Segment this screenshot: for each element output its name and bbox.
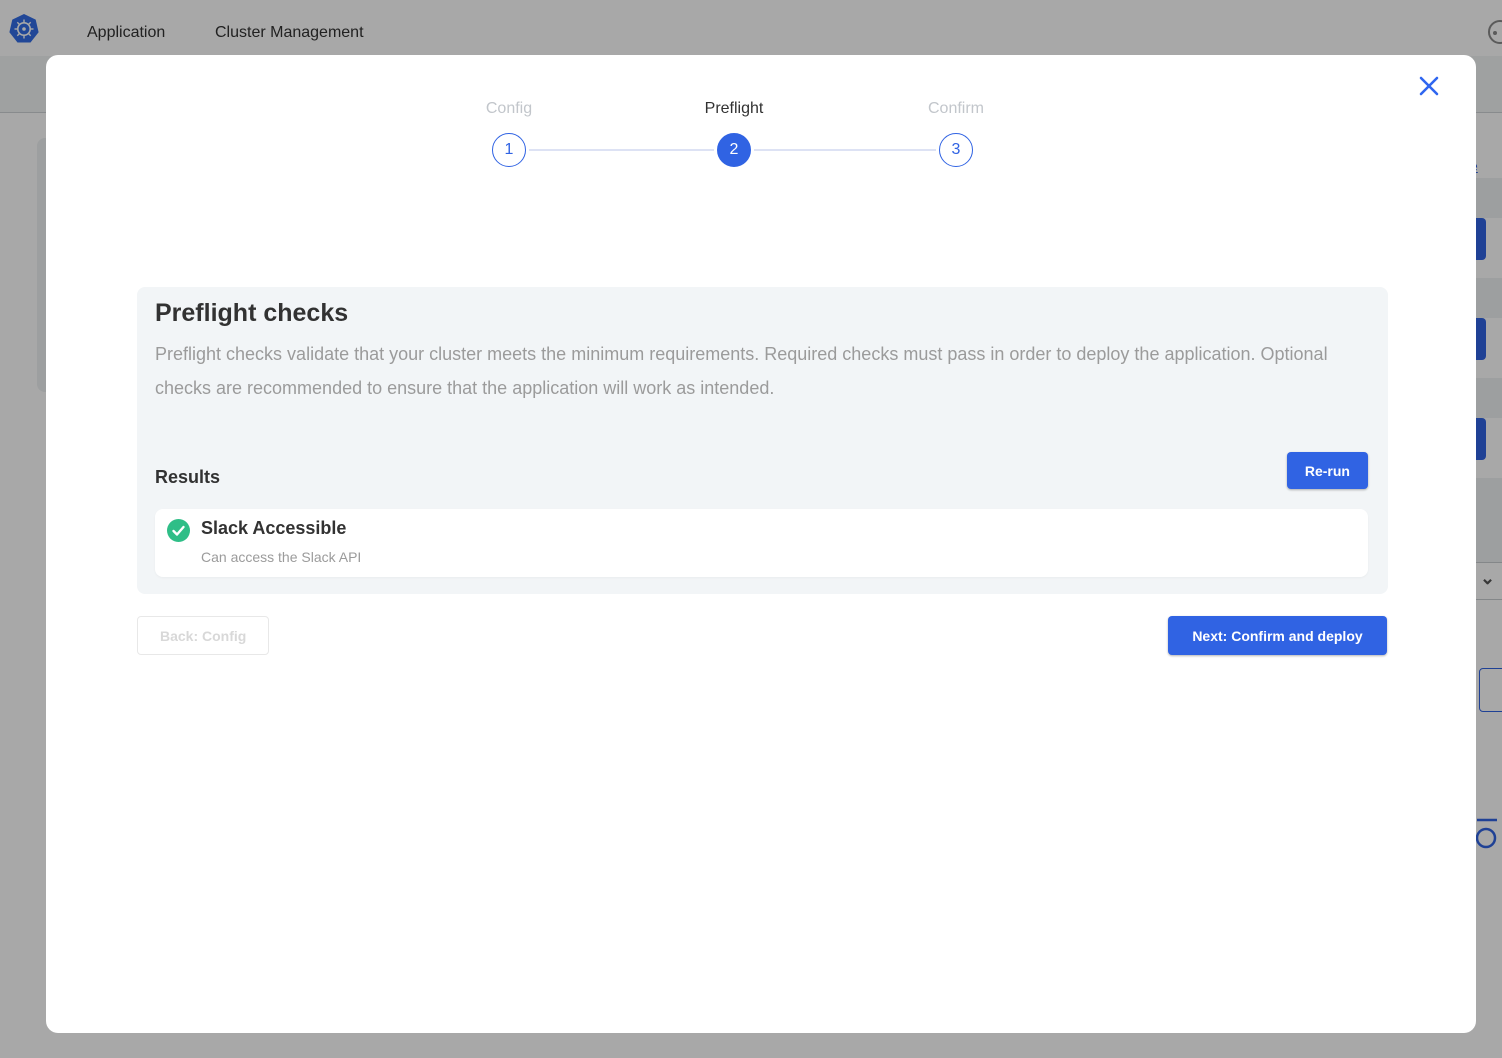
preflight-modal: Config Preflight Confirm 1 2 3 Preflight… bbox=[46, 55, 1476, 1033]
panel-description: Preflight checks validate that your clus… bbox=[155, 337, 1340, 405]
close-icon[interactable] bbox=[1416, 73, 1442, 99]
step-label-config: Config bbox=[439, 100, 579, 118]
step-circle-config[interactable]: 1 bbox=[492, 133, 526, 167]
preflight-panel: Preflight checks Preflight checks valida… bbox=[137, 287, 1388, 594]
check-pass-icon bbox=[167, 519, 190, 542]
step-label-confirm: Confirm bbox=[886, 100, 1026, 118]
step-circle-preflight[interactable]: 2 bbox=[717, 133, 751, 167]
back-button[interactable]: Back: Config bbox=[137, 616, 269, 655]
check-title: Slack Accessible bbox=[201, 518, 346, 539]
check-description: Can access the Slack API bbox=[201, 549, 361, 565]
step-label-preflight: Preflight bbox=[664, 100, 804, 118]
step-circle-confirm[interactable]: 3 bbox=[939, 133, 973, 167]
next-button[interactable]: Next: Confirm and deploy bbox=[1168, 616, 1387, 655]
step-connector bbox=[754, 149, 936, 151]
panel-title: Preflight checks bbox=[155, 299, 348, 328]
step-connector bbox=[529, 149, 714, 151]
rerun-button[interactable]: Re-run bbox=[1287, 452, 1368, 489]
check-result-row: Slack Accessible Can access the Slack AP… bbox=[155, 509, 1368, 577]
results-heading: Results bbox=[155, 467, 220, 488]
